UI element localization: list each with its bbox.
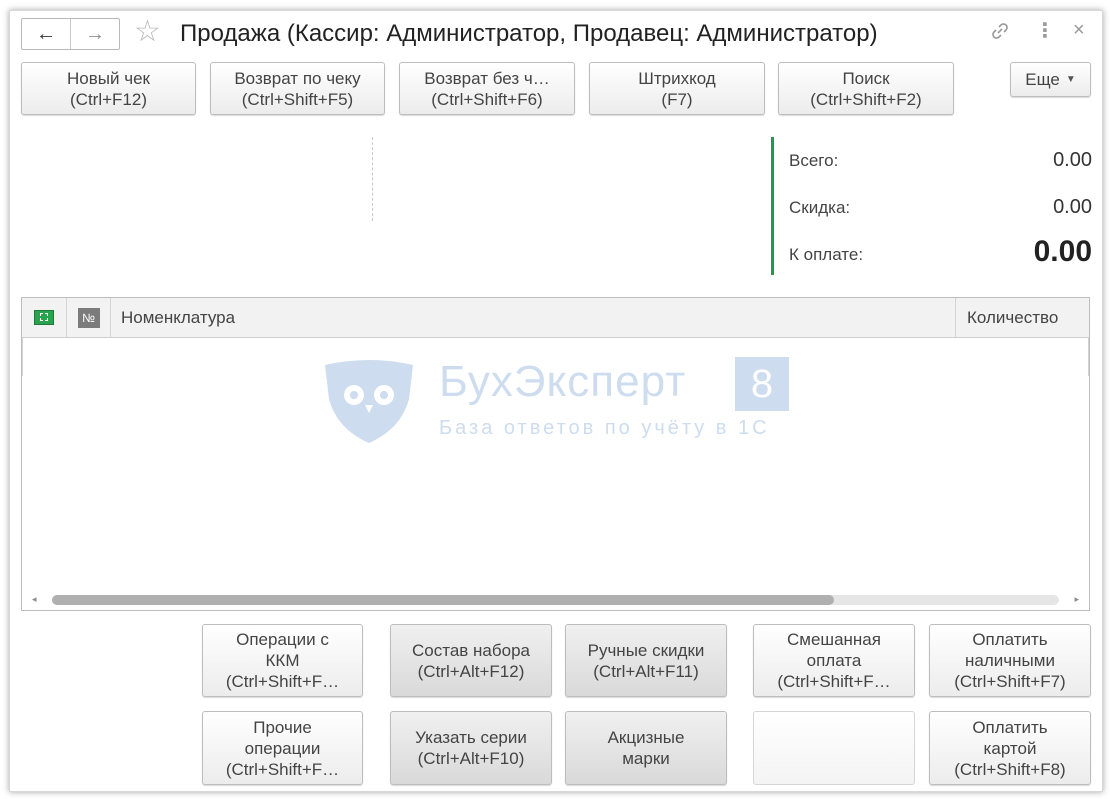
sale-window: ← → ☆ Продажа (Кассир: Администратор, Пр… <box>9 10 1103 792</box>
manual-discounts-button[interactable]: Ручные скидки (Ctrl+Alt+F11) <box>565 624 727 697</box>
kkm-operations-button[interactable]: Операции с ККМ (Ctrl+Shift+F… <box>202 624 363 697</box>
button-label: Оплатить <box>972 717 1048 737</box>
button-label: Операции с <box>236 630 329 649</box>
horizontal-scrollbar[interactable] <box>52 595 1059 605</box>
totals-accent-bar <box>771 137 774 275</box>
scrollbar-thumb[interactable] <box>52 595 834 605</box>
button-label: Смешанная <box>787 630 881 649</box>
scroll-left-icon[interactable]: ◂ <box>32 594 37 605</box>
table-body[interactable] <box>22 338 1089 376</box>
column-header-quantity[interactable]: Количество <box>956 298 1089 337</box>
other-operations-button[interactable]: Прочие операции (Ctrl+Shift+F… <box>202 711 363 785</box>
excise-marks-button[interactable]: Акцизные марки <box>565 711 727 785</box>
button-shortcut: (Ctrl+Shift+F… <box>225 672 340 691</box>
button-label: Возврат по чеку <box>234 68 361 88</box>
button-label: Акцизные <box>607 728 685 747</box>
button-label: Состав набора <box>412 640 530 660</box>
pay-card-button[interactable]: Оплатить картой (Ctrl+Shift+F8) <box>929 711 1091 785</box>
button-shortcut: (Ctrl+Shift+F8) <box>954 759 1066 779</box>
button-shortcut: (F7) <box>661 89 693 109</box>
button-label: Оплатить <box>972 630 1048 649</box>
button-label: Новый чек <box>67 68 150 88</box>
button-label: Возврат без ч… <box>424 68 550 88</box>
caret-down-icon: ▼ <box>1065 74 1076 85</box>
total-value: 0.00 <box>1053 149 1092 171</box>
favorite-star-icon[interactable]: ☆ <box>134 17 161 47</box>
goods-table[interactable]: № Номенклатура Количество ◂ ▸ <box>21 297 1090 611</box>
button-label: ККМ <box>265 651 300 670</box>
button-shortcut: (Ctrl+F12) <box>70 89 147 109</box>
button-shortcut: (Ctrl+Shift+F5) <box>241 89 354 109</box>
back-button[interactable]: ← <box>22 19 70 49</box>
mixed-payment-button[interactable]: Смешанная оплата (Ctrl+Shift+F… <box>753 624 915 697</box>
to-pay-value: 0.00 <box>1033 235 1092 268</box>
number-icon: № <box>77 307 100 328</box>
navigation-buttons: ← → <box>21 18 120 50</box>
button-shortcut: (Ctrl+Alt+F11) <box>593 661 699 681</box>
column-header-nomenclature[interactable]: Номенклатура <box>111 298 956 337</box>
button-shortcut: (Ctrl+Alt+F10) <box>417 749 525 768</box>
button-label: операции <box>244 738 321 758</box>
button-label: Указать серии <box>415 728 527 747</box>
button-label: картой <box>983 738 1037 758</box>
more-menu-button[interactable]: Еще ▼ <box>1010 62 1091 97</box>
empty-button-slot <box>753 711 915 785</box>
kit-composition-button[interactable]: Состав набора (Ctrl+Alt+F12) <box>390 624 552 697</box>
column-header-number[interactable]: № <box>67 298 111 337</box>
search-button[interactable]: Поиск (Ctrl+Shift+F2) <box>778 62 954 115</box>
discount-label: Скидка: <box>789 198 851 217</box>
pay-cash-button[interactable]: Оплатить наличными (Ctrl+Shift+F7) <box>929 624 1091 697</box>
forward-button[interactable]: → <box>70 19 119 49</box>
button-label: Прочие <box>253 717 312 737</box>
dashed-separator <box>372 137 373 221</box>
arrow-right-icon: → <box>85 22 105 45</box>
link-icon <box>992 23 1008 39</box>
button-shortcut: (Ctrl+Shift+F6) <box>431 89 543 109</box>
column-header-mark[interactable] <box>22 298 67 337</box>
discount-value: 0.00 <box>1053 196 1092 218</box>
button-shortcut: (Ctrl+Shift+F2) <box>810 89 922 109</box>
link-button[interactable] <box>990 21 1010 46</box>
return-by-receipt-button[interactable]: Возврат по чеку (Ctrl+Shift+F5) <box>210 62 385 115</box>
button-label: Штрихкод <box>638 68 716 88</box>
scroll-right-icon[interactable]: ▸ <box>1074 594 1079 605</box>
button-label: марки <box>622 749 670 768</box>
button-shortcut: (Ctrl+Alt+F12) <box>417 661 525 681</box>
button-shortcut: (Ctrl+Shift+F7) <box>954 672 1066 691</box>
close-icon[interactable]: × <box>1073 19 1085 42</box>
button-shortcut: (Ctrl+Shift+F… <box>777 672 891 691</box>
new-receipt-button[interactable]: Новый чек (Ctrl+F12) <box>21 62 196 115</box>
specify-series-button[interactable]: Указать серии (Ctrl+Alt+F10) <box>390 711 552 785</box>
button-label: оплата <box>806 651 862 670</box>
button-label: Поиск <box>842 68 890 88</box>
button-label: Ручные скидки <box>587 640 705 660</box>
button-label: наличными <box>965 651 1055 670</box>
arrow-left-icon: ← <box>36 22 56 45</box>
return-without-receipt-button[interactable]: Возврат без ч… (Ctrl+Shift+F6) <box>399 62 575 115</box>
more-label: Еще <box>1025 69 1060 89</box>
mark-checkbox-icon <box>34 310 54 325</box>
table-header: № Номенклатура Количество <box>22 298 1089 338</box>
to-pay-label: К оплате: <box>789 245 864 264</box>
more-actions-icon[interactable]: ⋮ <box>1035 18 1055 43</box>
page-title: Продажа (Кассир: Администратор, Продавец… <box>180 20 878 47</box>
barcode-button[interactable]: Штрихкод (F7) <box>589 62 765 115</box>
button-shortcut: (Ctrl+Shift+F… <box>225 759 340 779</box>
total-label: Всего: <box>789 151 839 170</box>
